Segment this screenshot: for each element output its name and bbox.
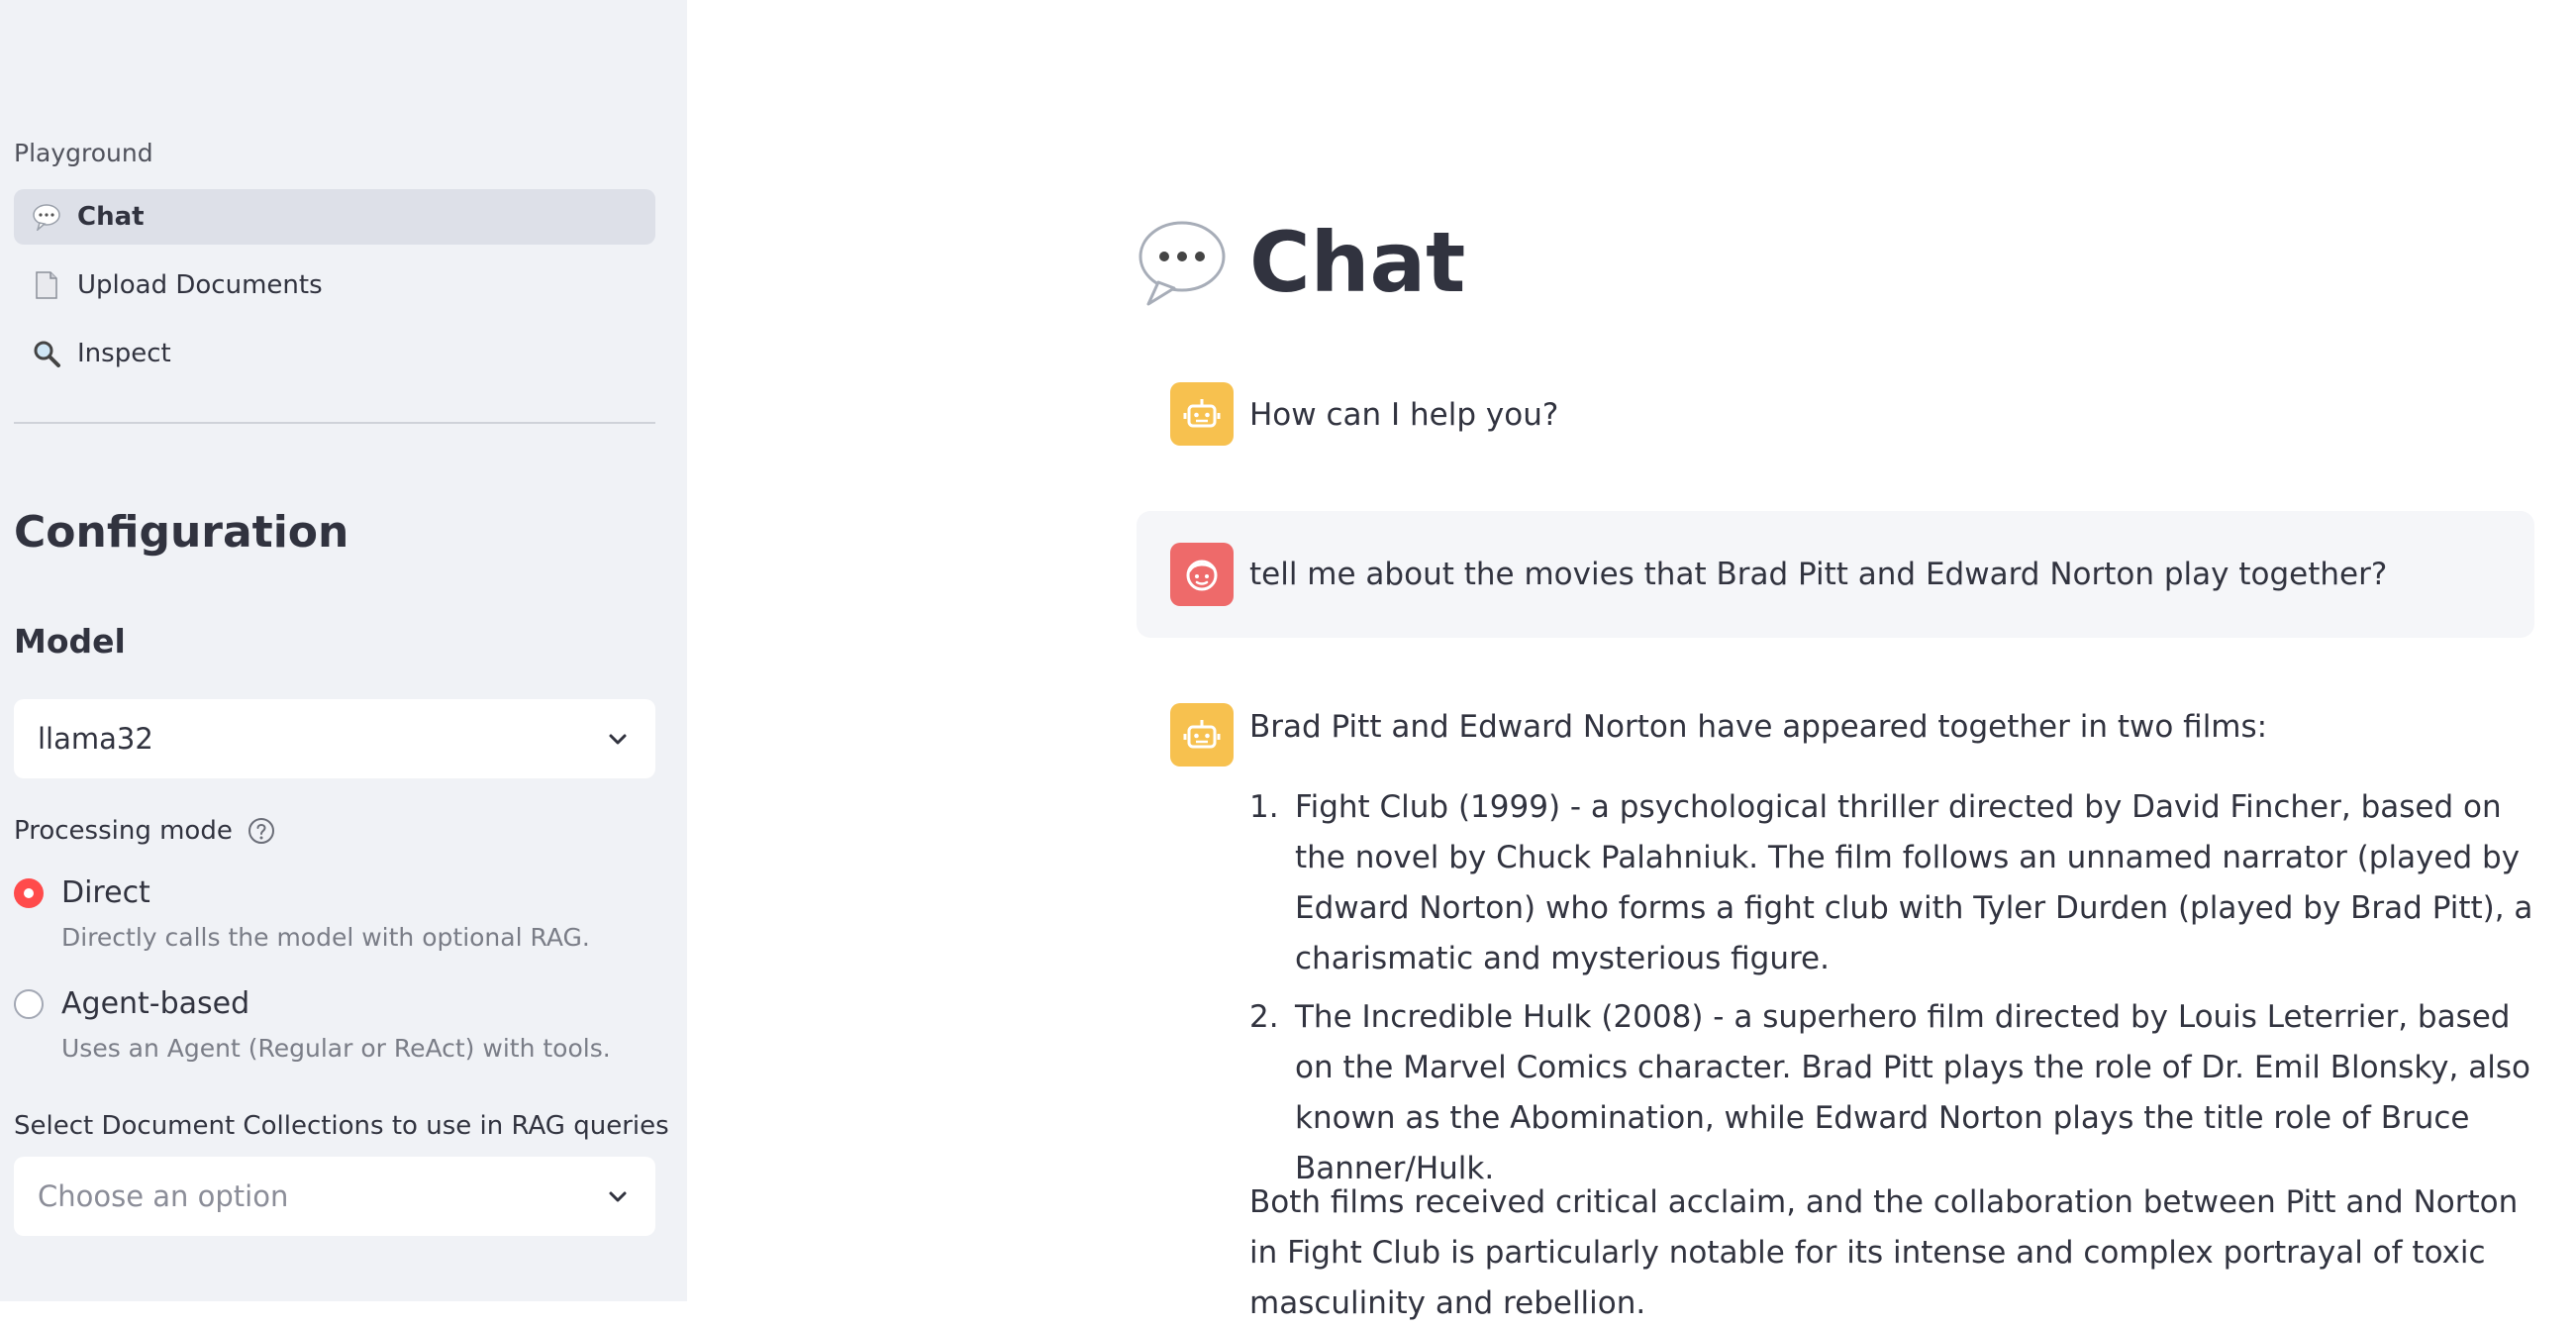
collections-label: Select Document Collections to use in RA… [14, 1111, 669, 1141]
radio-label: Agent-based [61, 986, 250, 1021]
nav-item-label: Inspect [77, 339, 171, 368]
chevron-down-icon [609, 734, 627, 745]
list-number: 1. [1249, 789, 1279, 825]
processing-mode-label: Processing mode [14, 816, 276, 846]
list-item: 1. Fight Club (1999) - a psychological t… [1249, 782, 2536, 984]
assistant-message-intro: Brad Pitt and Edward Norton have appeare… [1249, 709, 2268, 745]
list-item-text: Fight Club (1999) - a psychological thri… [1295, 789, 2533, 976]
page-title-text: Chat [1249, 214, 1466, 311]
model-label: Model [14, 622, 126, 661]
nav-item-inspect[interactable]: Inspect [14, 326, 655, 381]
model-select[interactable]: llama32 [14, 699, 655, 778]
document-icon [30, 268, 63, 302]
user-face-icon [1186, 560, 1218, 591]
radio-direct[interactable]: Direct [14, 875, 150, 910]
assistant-message-text: How can I help you? [1249, 397, 1559, 433]
collections-placeholder: Choose an option [38, 1179, 289, 1213]
speech-balloon-icon [1139, 221, 1226, 306]
user-message-text: tell me about the movies that Brad Pitt … [1249, 557, 2388, 592]
nav-item-chat[interactable]: Chat [14, 189, 655, 245]
sidebar: Playground Chat Upload Documents Inspect… [0, 0, 687, 1301]
processing-mode-text: Processing mode [14, 816, 233, 846]
assistant-avatar [1170, 382, 1234, 446]
nav-header: Playground [14, 139, 153, 167]
list-number: 2. [1249, 999, 1279, 1035]
sidebar-divider [14, 422, 655, 424]
help-icon[interactable] [247, 816, 276, 846]
nav-item-upload-documents[interactable]: Upload Documents [14, 257, 655, 313]
user-avatar [1170, 543, 1234, 606]
list-item-text: The Incredible Hulk (2008) - a superhero… [1295, 999, 2530, 1186]
nav-item-label: Upload Documents [77, 270, 323, 300]
model-select-value: llama32 [38, 722, 153, 756]
radio-description: Directly calls the model with optional R… [61, 923, 590, 952]
list-item: 2. The Incredible Hulk (2008) - a superh… [1249, 992, 2536, 1194]
radio-agent-based[interactable]: Agent-based [14, 986, 249, 1021]
collections-multiselect[interactable]: Choose an option [14, 1157, 655, 1236]
radio-button-unselected[interactable] [14, 988, 44, 1019]
assistant-avatar [1170, 703, 1234, 767]
assistant-message-outro: Both films received critical acclaim, an… [1249, 1184, 2519, 1321]
chevron-down-icon [609, 1191, 627, 1202]
speech-balloon-icon [30, 200, 63, 234]
response-list: 1. Fight Club (1999) - a psychological t… [1249, 782, 2536, 1202]
robot-icon [1183, 399, 1221, 428]
radio-description: Uses an Agent (Regular or ReAct) with to… [61, 1034, 611, 1063]
nav-item-label: Chat [77, 202, 145, 232]
configuration-heading: Configuration [14, 507, 349, 558]
radio-button-selected[interactable] [14, 877, 44, 908]
robot-icon [1183, 720, 1221, 749]
page-title: Chat [1137, 214, 1465, 311]
magnifier-icon [30, 337, 63, 370]
radio-label: Direct [61, 875, 150, 910]
